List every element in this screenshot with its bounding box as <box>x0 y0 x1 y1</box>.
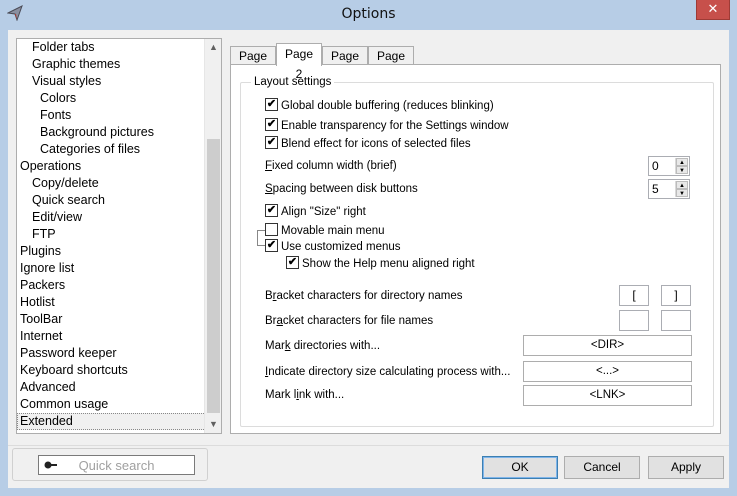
scroll-down-icon[interactable]: ▼ <box>205 416 221 433</box>
checkbox-box[interactable]: ✔ <box>265 136 278 150</box>
indicate-size-field[interactable]: <...> <box>523 361 692 382</box>
tree-scrollbar[interactable]: ▲ ▼ <box>204 39 221 433</box>
blend-effect-checkbox[interactable]: ✔ Blend effect for icons of selected file… <box>265 136 471 152</box>
movable-main-menu-checkbox[interactable]: Movable main menu <box>265 223 385 239</box>
double-buffering-checkbox[interactable]: ✔ Global double buffering (reduces blinki… <box>265 98 494 114</box>
blend-effect-label: Blend effect for icons of selected files <box>281 138 471 150</box>
tab-panel-page-2: Layout settings ✔ Global double buffering… <box>230 64 721 434</box>
mark-directories-label: Mark directories with... <box>265 340 381 352</box>
tree-item[interactable]: Common usage <box>17 396 206 413</box>
file-open-bracket-field[interactable] <box>619 310 649 331</box>
tree-item[interactable]: Edit/view <box>17 209 206 226</box>
tree-item[interactable]: Password keeper <box>17 345 206 362</box>
fixed-column-width-spinner[interactable]: 0 ▲ ▼ <box>648 156 690 176</box>
settings-tree[interactable]: Folder tabs Graphic themes Visual styles Co… <box>16 38 222 434</box>
tree-item[interactable]: Ignore list <box>17 260 206 277</box>
quick-search-placeholder: Quick search <box>78 458 155 473</box>
tree-item[interactable]: Fonts <box>17 107 206 124</box>
close-button[interactable]: ✕ <box>696 0 730 20</box>
window-title: Options <box>341 6 396 22</box>
scroll-thumb[interactable] <box>207 139 220 413</box>
tree-item[interactable]: Plugins <box>17 243 206 260</box>
tree-item[interactable]: Categories of files <box>17 141 206 158</box>
tree-item[interactable]: Colors <box>17 90 206 107</box>
scroll-up-icon[interactable]: ▲ <box>205 39 221 56</box>
tree-item[interactable]: Background pictures <box>17 124 206 141</box>
mark-link-label: Mark link with... <box>265 389 345 401</box>
customized-menus-checkbox[interactable]: ✔ Use customized menus <box>265 239 401 255</box>
tab-page-2[interactable]: Page 2 <box>276 43 322 81</box>
spacing-value[interactable]: 5 <box>652 182 659 196</box>
tree-item[interactable]: Advanced <box>17 379 206 396</box>
checkbox-box[interactable] <box>265 223 278 237</box>
mark-directories-field[interactable]: <DIR> <box>523 335 692 356</box>
checkbox-box[interactable]: ✔ <box>265 98 278 112</box>
tab-page-1[interactable]: Page 1 <box>230 46 276 81</box>
help-menu-right-label: Show the Help menu aligned right <box>302 258 475 270</box>
bracket-directory-label: Bracket characters for directory names <box>265 290 463 302</box>
tree-item[interactable]: FTP <box>17 226 206 243</box>
title-bar: Options ✕ <box>0 0 737 30</box>
checkbox-box[interactable]: ✔ <box>265 239 278 253</box>
indicate-size-label: Indicate directory size calculating proc… <box>265 366 511 378</box>
spin-down-icon[interactable]: ▼ <box>676 189 688 197</box>
tree-item[interactable]: Copy/delete <box>17 175 206 192</box>
bracket-file-label: Bracket characters for file names <box>265 315 434 327</box>
movable-main-menu-label: Movable main menu <box>281 225 385 237</box>
fixed-column-width-label: Fixed column width (brief) <box>265 160 397 172</box>
dir-open-bracket-field[interactable]: [ <box>619 285 649 306</box>
checkbox-box[interactable]: ✔ <box>286 256 299 270</box>
fixed-column-width-value[interactable]: 0 <box>652 159 659 173</box>
spinner-buttons: ▲ ▼ <box>675 181 688 197</box>
ok-button[interactable]: OK <box>482 456 558 479</box>
tree-item[interactable]: Folder tabs <box>17 39 206 56</box>
cancel-button[interactable]: Cancel <box>564 456 640 479</box>
tree-list: Folder tabs Graphic themes Visual styles Co… <box>17 39 206 430</box>
file-close-bracket-field[interactable] <box>661 310 691 331</box>
tree-item[interactable]: Packers <box>17 277 206 294</box>
spinner-buttons: ▲ ▼ <box>675 158 688 174</box>
tab-page-4[interactable]: Page 4 <box>368 46 414 81</box>
tree-item[interactable]: Operations <box>17 158 206 175</box>
help-menu-right-checkbox[interactable]: ✔ Show the Help menu aligned right <box>286 256 475 272</box>
tree-item[interactable]: Hotlist <box>17 294 206 311</box>
options-dialog: Folder tabs Graphic themes Visual styles Co… <box>8 30 729 488</box>
spin-down-icon[interactable]: ▼ <box>676 166 688 174</box>
tab-page-3[interactable]: Page 3 <box>322 46 368 81</box>
group-title: Layout settings <box>251 75 335 89</box>
customized-menus-label: Use customized menus <box>281 241 401 253</box>
align-size-label: Align "Size" right <box>281 206 366 218</box>
align-size-checkbox[interactable]: ✔ Align "Size" right <box>265 204 366 220</box>
mark-link-field[interactable]: <LNK> <box>523 385 692 406</box>
menu-option-connector <box>257 230 265 246</box>
tree-item[interactable]: Extended <box>17 413 206 430</box>
tree-item[interactable]: Visual styles <box>17 73 206 90</box>
transparency-checkbox[interactable]: ✔ Enable transparency for the Settings wi… <box>265 118 509 134</box>
tree-item[interactable]: Keyboard shortcuts <box>17 362 206 379</box>
tree-item[interactable]: ToolBar <box>17 311 206 328</box>
spin-up-icon[interactable]: ▲ <box>676 158 688 166</box>
checkbox-box[interactable]: ✔ <box>265 118 278 132</box>
quick-search-input[interactable]: Quick search <box>38 455 195 475</box>
dir-close-bracket-field[interactable]: ] <box>661 285 691 306</box>
spin-up-icon[interactable]: ▲ <box>676 181 688 189</box>
double-buffering-label: Global double buffering (reduces blinkin… <box>281 100 494 112</box>
apply-button[interactable]: Apply <box>648 456 724 479</box>
tree-item[interactable]: Quick search <box>17 192 206 209</box>
tree-item[interactable]: Graphic themes <box>17 56 206 73</box>
spacing-disk-buttons-label: Spacing between disk buttons <box>265 183 418 195</box>
transparency-label: Enable transparency for the Settings win… <box>281 120 509 132</box>
spacing-disk-buttons-spinner[interactable]: 5 ▲ ▼ <box>648 179 690 199</box>
tree-item[interactable]: Internet <box>17 328 206 345</box>
checkbox-box[interactable]: ✔ <box>265 204 278 218</box>
